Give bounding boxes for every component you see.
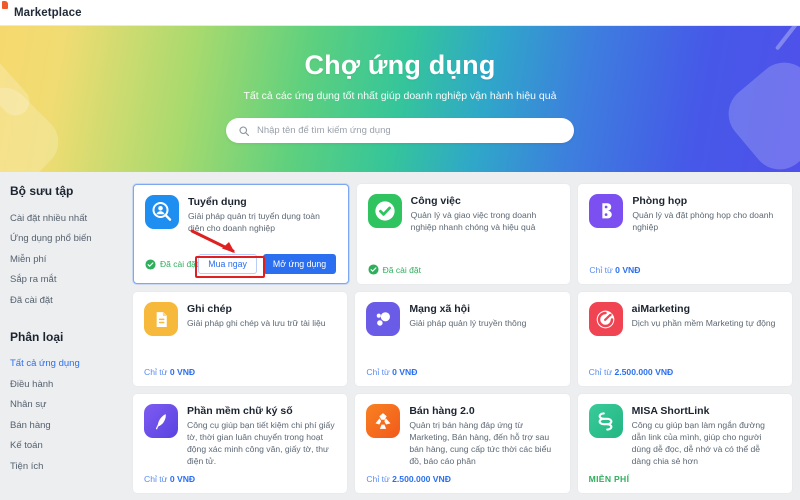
card-title: Công việc xyxy=(410,195,461,207)
card-title: Phòng họp xyxy=(632,195,688,207)
sidebar-item-free[interactable]: Miễn phí xyxy=(10,249,130,270)
check-circle-icon xyxy=(368,264,379,275)
open-app-button[interactable]: Mở ứng dụng xyxy=(262,254,337,274)
app-card-phong-hop[interactable]: Phòng họp Quản lý và đặt phòng họp cho d… xyxy=(578,184,793,284)
top-bar: Marketplace xyxy=(0,0,800,26)
app-card-aimarketing[interactable]: aiMarketing Dịch vụ phần mềm Marketing t… xyxy=(577,292,792,386)
search-bar[interactable] xyxy=(226,118,574,143)
digital-signature-pen-icon xyxy=(144,404,178,438)
status-badge-installed: Đã cài đặt xyxy=(145,258,199,270)
price-label: Chỉ từ 2.500.000 VNĐ xyxy=(366,474,451,484)
card-title: Tuyển dụng xyxy=(188,196,247,208)
shortlink-chain-icon xyxy=(588,404,623,438)
card-description: Giải pháp quản lý truyền thông xyxy=(409,318,527,328)
app-card-tuyen-dung[interactable]: Tuyển dụng Giải pháp quản trị tuyển dụng… xyxy=(133,184,349,284)
app-card-cong-viec[interactable]: Công việc Quản lý và giao việc trong doa… xyxy=(356,184,571,284)
card-row: Tuyển dụng Giải pháp quản trị tuyển dụng… xyxy=(133,184,793,284)
app-card-mang-xa-hoi[interactable]: Mạng xã hội Giải pháp quản lý truyền thô… xyxy=(355,292,570,386)
sidebar-item-accounting[interactable]: Kế toán xyxy=(10,436,130,457)
note-document-icon xyxy=(144,302,178,336)
task-check-icon xyxy=(367,194,402,228)
card-description: Quản trị bán hàng đáp ứng từ Marketing, … xyxy=(409,420,552,466)
installed-label: Đã cài đặt xyxy=(382,264,421,275)
price-value: 0 VNĐ xyxy=(392,367,418,377)
app-card-ban-hang[interactable]: Bán hàng 2.0 Quản trị bán hàng đáp ứng t… xyxy=(355,394,570,493)
card-description: Giải pháp quản trị tuyển dụng toàn diện … xyxy=(188,211,320,233)
search-icon xyxy=(239,125,250,136)
status-badge-installed: Đã cài đặt xyxy=(368,264,421,275)
card-description: Quản lý và đặt phòng họp cho doanh nghiệ… xyxy=(632,210,774,232)
hero-subtitle: Tất cả các ứng dụng tốt nhất giúp doanh … xyxy=(243,90,557,102)
price-prefix: Chỉ từ xyxy=(589,265,616,275)
free-label: MIỄN PHÍ xyxy=(588,474,630,484)
price-prefix: Chỉ từ xyxy=(588,367,615,377)
sidebar-item-coming-soon[interactable]: Sắp ra mắt xyxy=(10,270,130,291)
app-card-misa-shortlink[interactable]: MISA ShortLink Công cụ giúp bạn làm ngắn… xyxy=(577,394,792,493)
sidebar: Bộ sưu tập Cài đặt nhiều nhất Ứng dụng p… xyxy=(0,172,130,500)
price-value: 2.500.000 VNĐ xyxy=(392,474,451,484)
card-row: Phần mềm chữ ký số Công cụ giúp bạn tiết… xyxy=(133,394,792,493)
card-title: Phần mềm chữ ký số xyxy=(187,405,293,417)
sidebar-item-sales[interactable]: Bán hàng xyxy=(10,415,130,436)
card-title: Mạng xã hội xyxy=(409,303,471,315)
hero-banner: Chợ ứng dụng Tất cả các ứng dụng tốt nhấ… xyxy=(0,26,800,172)
price-prefix: Chỉ từ xyxy=(366,367,393,377)
meeting-room-icon xyxy=(589,194,624,228)
sidebar-item-utilities[interactable]: Tiện ích xyxy=(10,456,130,477)
sidebar-item-popular-apps[interactable]: Ứng dụng phổ biến xyxy=(10,229,130,250)
misa-logo-icon xyxy=(2,1,8,9)
card-description: Công cụ giúp bạn làm ngắn đường dẫn link… xyxy=(631,420,765,466)
sidebar-item-most-installed[interactable]: Cài đặt nhiều nhất xyxy=(10,208,130,229)
sidebar-heading-category: Phân loại xyxy=(10,329,64,344)
card-title: Ghi chép xyxy=(187,303,232,315)
price-value: 0 VNĐ xyxy=(169,367,196,377)
card-description: Quản lý và giao việc trong doanh nghiệp … xyxy=(410,210,537,232)
card-description: Giải pháp ghi chép và lưu trữ tài liệu xyxy=(187,318,326,328)
card-description: Công cụ giúp bạn tiết kiệm chi phí giấy … xyxy=(187,420,335,466)
price-value: 2.500.000 VNĐ xyxy=(614,367,674,377)
card-row: Ghi chép Giải pháp ghi chép và lưu trữ t… xyxy=(133,292,792,386)
marketing-target-icon xyxy=(588,302,623,336)
card-title: Bán hàng 2.0 xyxy=(409,405,475,417)
price-label: Chỉ từ 2.500.000 VNĐ xyxy=(589,367,674,377)
card-title: aiMarketing xyxy=(631,303,691,315)
installed-label: Đã cài đặt xyxy=(160,259,199,269)
price-prefix: Chỉ từ xyxy=(144,367,170,377)
price-value: 0 VNĐ xyxy=(615,265,641,275)
search-input[interactable] xyxy=(257,125,562,136)
app-card-chu-ky-so[interactable]: Phần mềm chữ ký số Công cụ giúp bạn tiết… xyxy=(133,394,348,493)
scrollbar[interactable] xyxy=(795,172,800,500)
social-network-icon xyxy=(366,302,401,336)
price-value: 0 VNĐ xyxy=(169,474,196,484)
sales-pinwheel-icon xyxy=(366,404,401,438)
page-title: Marketplace xyxy=(14,6,82,19)
check-circle-icon xyxy=(145,258,156,270)
sidebar-item-all-apps[interactable]: Tất cả ứng dụng xyxy=(10,354,130,375)
app-card-grid: Tuyển dụng Giải pháp quản trị tuyển dụng… xyxy=(130,172,800,500)
content-area: Bộ sưu tập Cài đặt nhiều nhất Ứng dụng p… xyxy=(0,172,800,500)
sidebar-item-installed[interactable]: Đã cài đặt xyxy=(10,290,130,311)
price-label: Chỉ từ 0 VNĐ xyxy=(589,265,640,275)
price-label: Chỉ từ 0 VNĐ xyxy=(144,474,195,484)
price-label: Chỉ từ 0 VNĐ xyxy=(144,367,195,377)
price-prefix: Chỉ từ xyxy=(366,474,393,484)
card-title: MISA ShortLink xyxy=(631,405,710,417)
card-description: Dịch vụ phần mềm Marketing tự động xyxy=(631,318,776,328)
app-card-ghi-chep[interactable]: Ghi chép Giải pháp ghi chép và lưu trữ t… xyxy=(133,292,348,386)
price-label: Chỉ từ 0 VNĐ xyxy=(366,367,417,377)
sidebar-item-hr[interactable]: Nhân sự xyxy=(10,395,130,416)
sidebar-heading-collection: Bộ sưu tập xyxy=(10,184,74,198)
buy-now-button[interactable]: Mua ngay xyxy=(198,254,257,274)
recruitment-search-person-icon xyxy=(145,195,179,229)
sidebar-item-operations[interactable]: Điều hành xyxy=(10,374,130,395)
hero-title: Chợ ứng dụng xyxy=(304,50,496,80)
price-prefix: Chỉ từ xyxy=(144,474,170,484)
